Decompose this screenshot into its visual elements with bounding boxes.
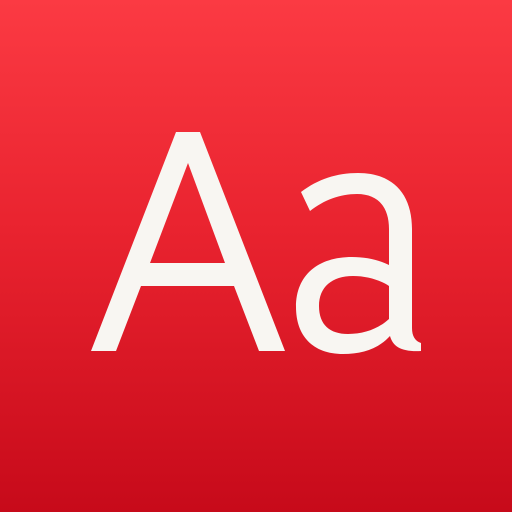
lowercase-a-glyph bbox=[296, 173, 421, 354]
uppercase-a-glyph bbox=[91, 132, 285, 351]
font-icon bbox=[91, 132, 421, 354]
app-icon[interactable]: Aa bbox=[0, 0, 512, 512]
glyph-aa-icon bbox=[91, 132, 421, 354]
